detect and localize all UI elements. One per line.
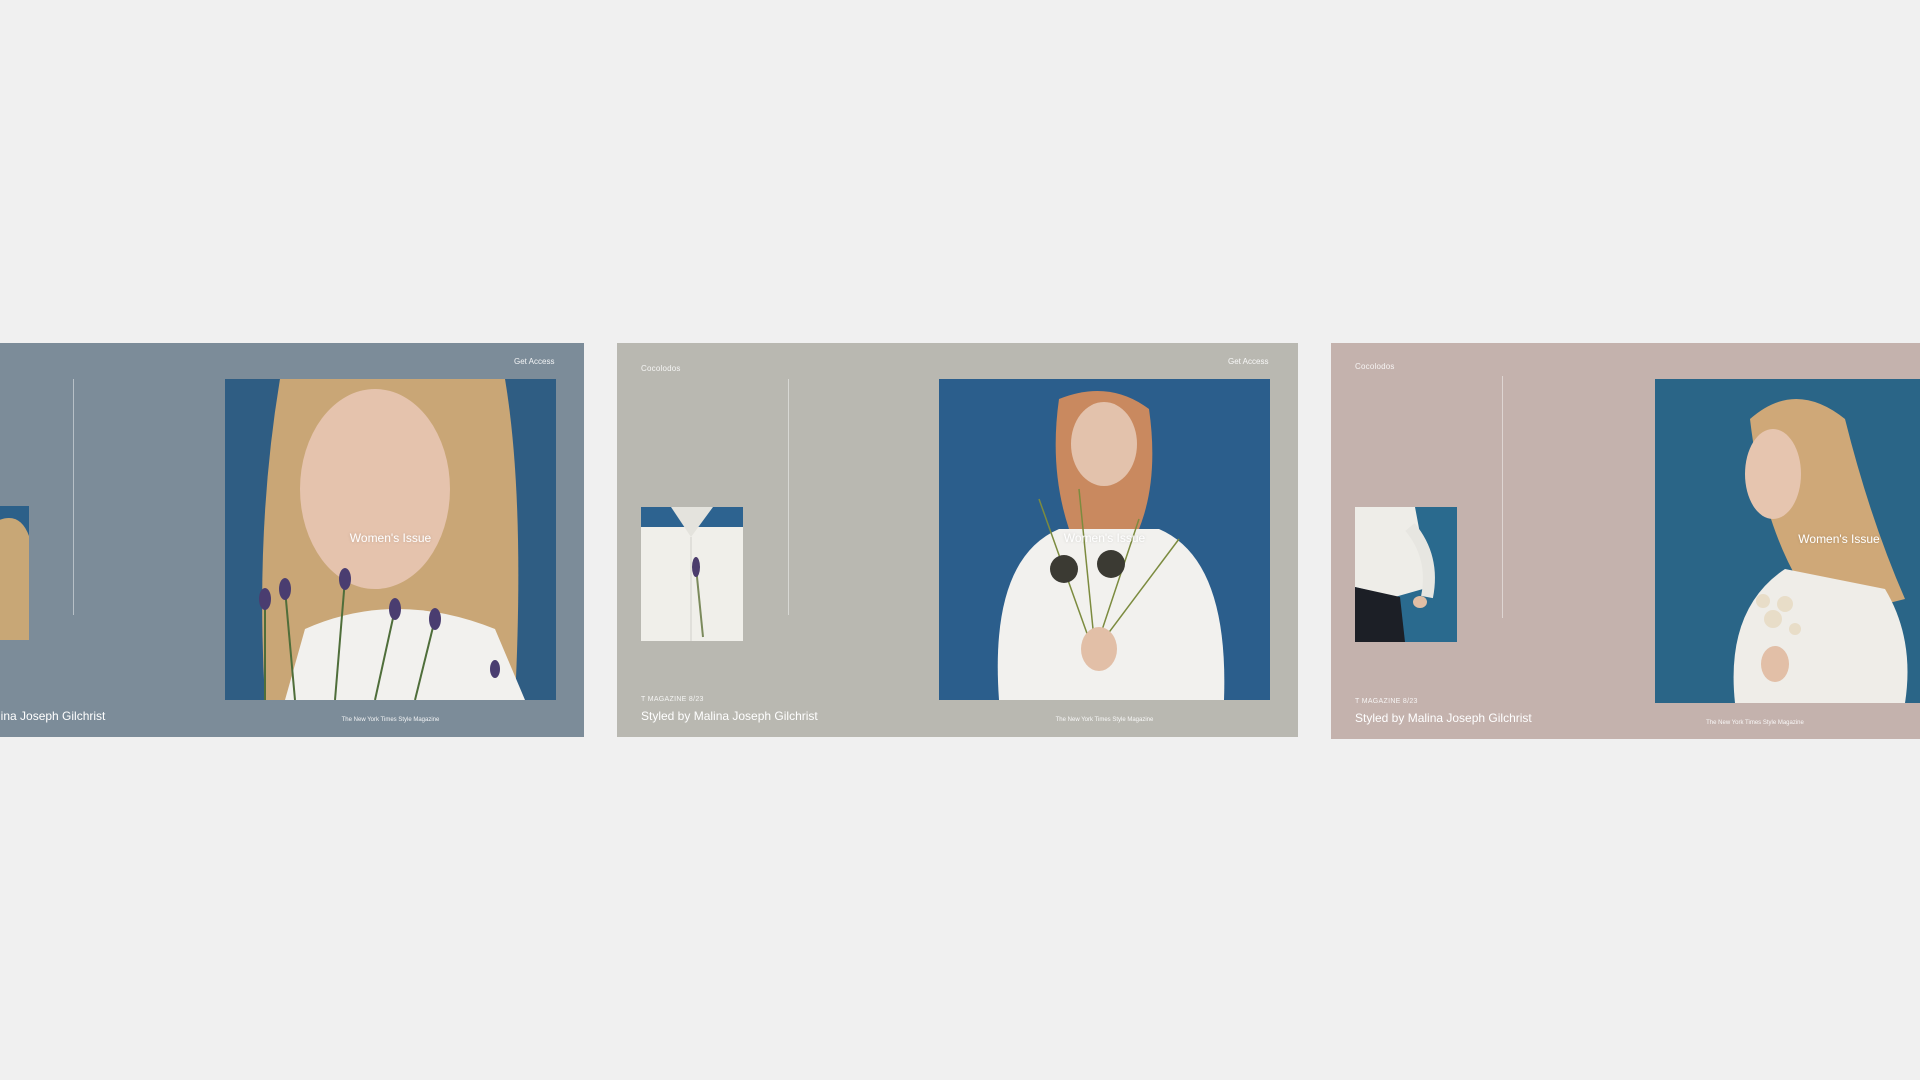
thumbnail-photo — [641, 507, 743, 641]
slide-card-1[interactable]: Get Access Women's Issue lina Joseph Gil… — [0, 343, 584, 737]
styled-by-text: lina Joseph Gilchrist — [0, 709, 106, 723]
divider-line — [788, 379, 789, 615]
hero-photo: Women's Issue — [1655, 379, 1920, 703]
hero-title: Women's Issue — [1798, 532, 1880, 546]
hero-photo: Women's Issue — [939, 379, 1270, 700]
issue-label: T MAGAZINE 8/23 — [641, 696, 704, 703]
brand-label: Cocolodos — [641, 364, 681, 373]
publication-credit: The New York Times Style Magazine — [1055, 717, 1154, 723]
divider-line — [73, 379, 74, 615]
thumbnail-photo — [0, 506, 29, 640]
styled-by-text: Styled by Malina Joseph Gilchrist — [641, 709, 818, 723]
publication-credit: The New York Times Style Magazine — [1706, 720, 1804, 726]
slide-carousel: Get Access Women's Issue lina Joseph Gil… — [0, 0, 1920, 1080]
brand-label: Cocolodos — [1355, 362, 1395, 371]
slide-card-2[interactable]: Cocolodos Get Access Women's Issue T MAG… — [617, 343, 1298, 737]
styled-by-text: Styled by Malina Joseph Gilchrist — [1355, 711, 1532, 725]
publication-credit: The New York Times Style Magazine — [341, 717, 440, 723]
issue-label: T MAGAZINE 8/23 — [1355, 698, 1418, 705]
slide-card-3[interactable]: Cocolodos Women's Issue T MAGAZINE 8/23 … — [1331, 343, 1920, 739]
hero-photo: Women's Issue — [225, 379, 556, 700]
get-access-link[interactable]: Get Access — [514, 357, 554, 366]
divider-line — [1502, 376, 1503, 618]
thumbnail-photo — [1355, 507, 1457, 642]
hero-title: Women's Issue — [349, 531, 432, 545]
get-access-link[interactable]: Get Access — [1228, 357, 1268, 366]
hero-title: Women's Issue — [1063, 531, 1146, 545]
